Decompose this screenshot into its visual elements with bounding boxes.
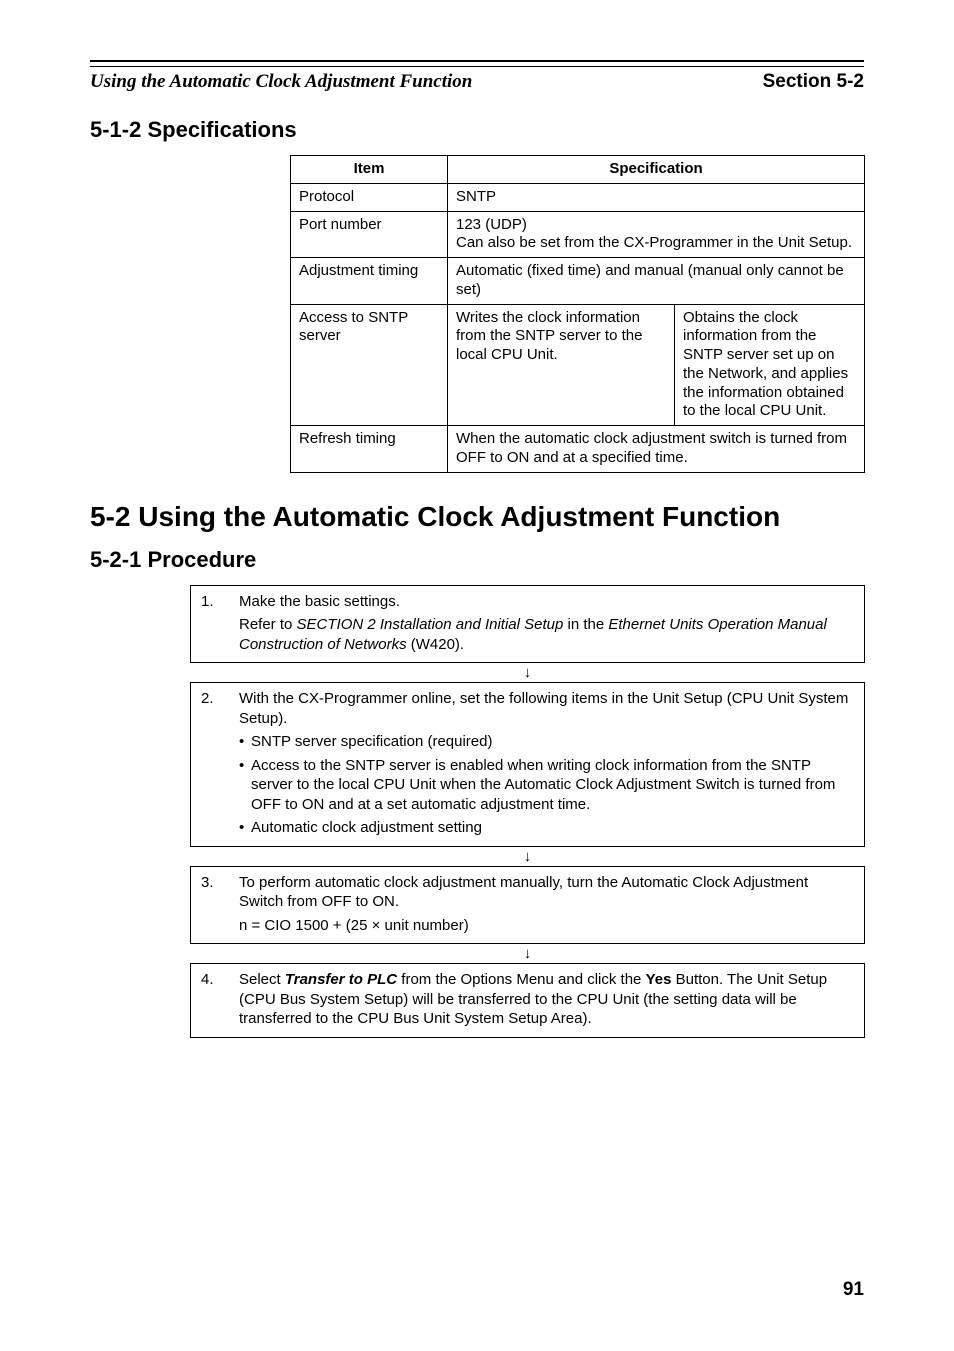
bullet-icon: • (239, 756, 251, 815)
port-line1: 123 (UDP) (456, 216, 527, 233)
th-spec: Specification (448, 156, 865, 184)
cell-access-label: Access to SNTP server (291, 304, 448, 426)
step-detail: Refer to SECTION 2 Installation and Init… (239, 615, 854, 654)
th-item: Item (291, 156, 448, 184)
step-4-box: 4. Select Transfer to PLC from the Optio… (190, 963, 865, 1038)
cell-port-value: 123 (UDP) Can also be set from the CX-Pr… (448, 211, 865, 258)
down-arrow-icon: ↓ (190, 847, 865, 866)
bullet-text: Access to the SNTP server is enabled whe… (251, 756, 854, 815)
s4-a: Select (239, 971, 285, 988)
step-text: With the CX-Programmer online, set the f… (239, 689, 854, 728)
bullet-text: Automatic clock adjustment setting (251, 818, 482, 838)
step-detail: n = CIO 1500 + (25 × unit number) (239, 916, 854, 936)
heading-specifications: 5-1-2 Specifications (90, 117, 864, 143)
step-text: To perform automatic clock adjustment ma… (239, 873, 854, 912)
spec-table-wrap: Item Specification Protocol SNTP Port nu… (290, 155, 864, 473)
cell-refresh-value: When the automatic clock adjustment swit… (448, 426, 865, 473)
s1-p-c: in the (563, 616, 608, 633)
step-3-box: 3. To perform automatic clock adjustment… (190, 866, 865, 945)
step-row: 4. Select Transfer to PLC from the Optio… (201, 970, 854, 1029)
heading-procedure: 5-2-1 Procedure (90, 547, 864, 573)
down-arrow-icon: ↓ (190, 944, 865, 963)
table-row: Adjustment timing Automatic (fixed time)… (291, 258, 865, 305)
cell-access-right: Obtains the clock information from the S… (675, 304, 865, 426)
spec-table: Item Specification Protocol SNTP Port nu… (290, 155, 865, 473)
s4-b: Transfer to PLC (285, 971, 397, 988)
step-number: 2. (201, 689, 239, 728)
bullet-text: SNTP server specification (required) (251, 732, 492, 752)
step-1-box: 1. Make the basic settings. Refer to SEC… (190, 585, 865, 664)
table-row: Access to SNTP server Writes the clock i… (291, 304, 865, 426)
table-row: Protocol SNTP (291, 183, 865, 211)
cell-adj-label: Adjustment timing (291, 258, 448, 305)
port-line2: Can also be set from the CX-Programmer i… (456, 234, 852, 251)
table-header-row: Item Specification (291, 156, 865, 184)
down-arrow-icon: ↓ (190, 663, 865, 682)
table-row: Refresh timing When the automatic clock … (291, 426, 865, 473)
step-text: Select Transfer to PLC from the Options … (239, 970, 854, 1029)
bullet-icon: • (239, 818, 251, 838)
heading-5-2: 5-2 Using the Automatic Clock Adjustment… (90, 501, 864, 533)
s4-d: Yes (646, 971, 672, 988)
cell-protocol-value: SNTP (448, 183, 865, 211)
s1-p-b: SECTION 2 Installation and Initial Setup (297, 616, 564, 633)
running-header: Using the Automatic Clock Adjustment Fun… (90, 71, 864, 93)
step-text: Make the basic settings. (239, 592, 854, 612)
section-reference: Section 5-2 (763, 71, 864, 93)
cell-port-label: Port number (291, 211, 448, 258)
step-row: 2. With the CX-Programmer online, set th… (201, 689, 854, 728)
cell-adj-value: Automatic (fixed time) and manual (manua… (448, 258, 865, 305)
header-rule (90, 60, 864, 67)
page: Using the Automatic Clock Adjustment Fun… (0, 0, 954, 1351)
s4-c: from the Options Menu and click the (397, 971, 645, 988)
cell-protocol-label: Protocol (291, 183, 448, 211)
s1-p-e: (W420). (407, 636, 465, 653)
cell-access-left: Writes the clock information from the SN… (448, 304, 675, 426)
bullet-icon: • (239, 732, 251, 752)
cell-refresh-label: Refresh timing (291, 426, 448, 473)
step-number: 1. (201, 592, 239, 612)
step-row: 1. Make the basic settings. (201, 592, 854, 612)
running-title: Using the Automatic Clock Adjustment Fun… (90, 71, 472, 93)
step-2-box: 2. With the CX-Programmer online, set th… (190, 682, 865, 847)
procedure-block: 1. Make the basic settings. Refer to SEC… (190, 585, 865, 1038)
table-row: Port number 123 (UDP) Can also be set fr… (291, 211, 865, 258)
bullet-item: • Access to the SNTP server is enabled w… (239, 756, 854, 815)
page-number: 91 (843, 1279, 864, 1301)
bullet-item: • SNTP server specification (required) (239, 732, 854, 752)
step-number: 4. (201, 970, 239, 1029)
step-row: 3. To perform automatic clock adjustment… (201, 873, 854, 912)
bullet-item: • Automatic clock adjustment setting (239, 818, 854, 838)
s1-p-a: Refer to (239, 616, 297, 633)
step-number: 3. (201, 873, 239, 912)
